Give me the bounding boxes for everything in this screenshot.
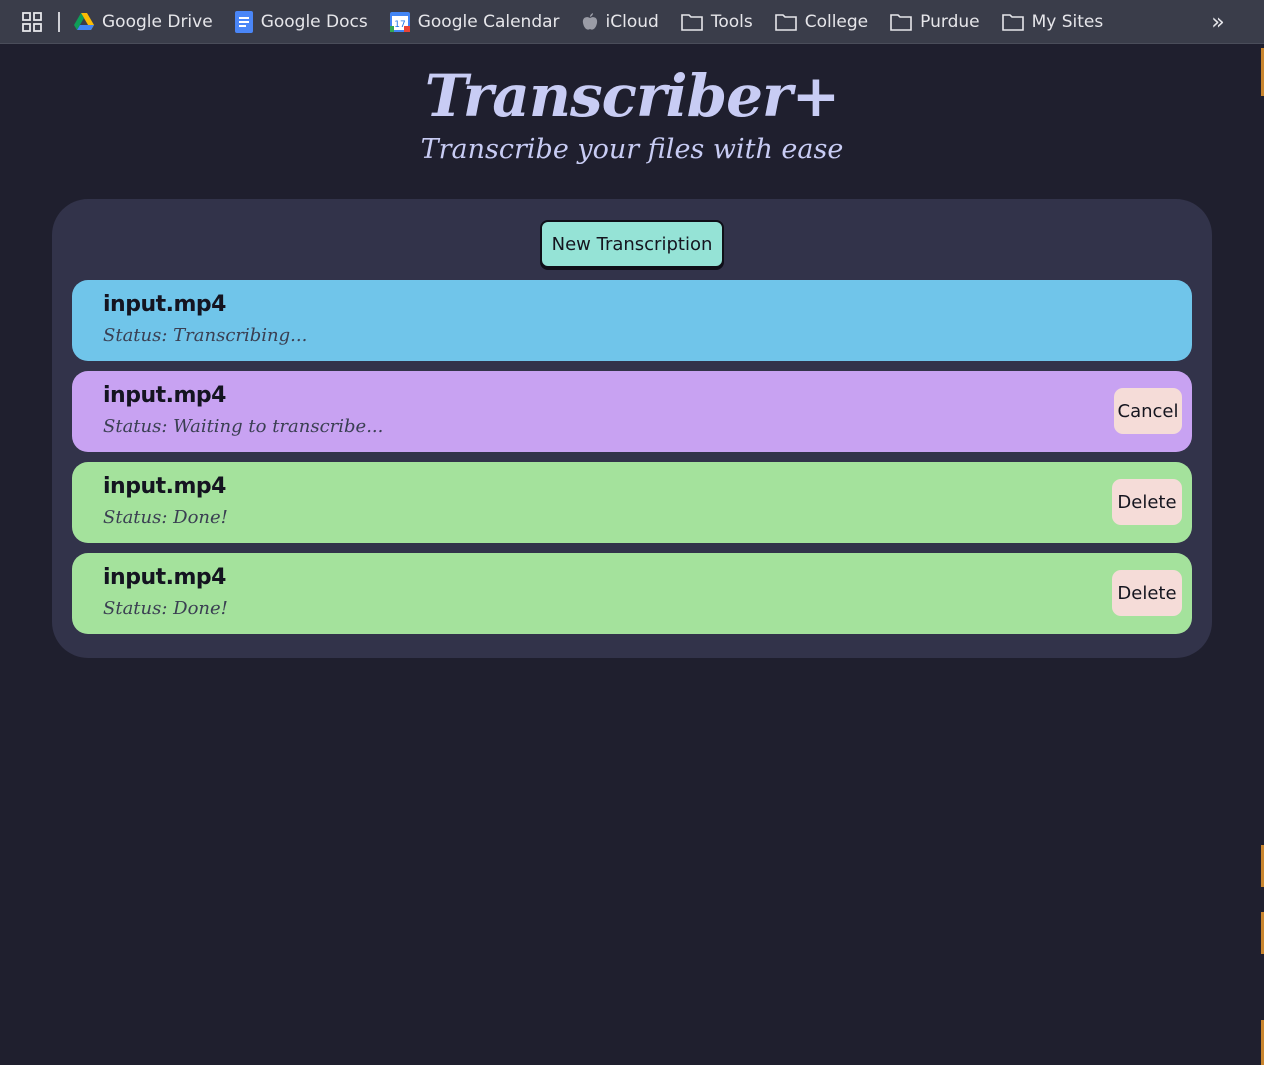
delete-button[interactable]: Delete (1112, 570, 1182, 616)
bookmark-google-drive[interactable]: Google Drive (74, 12, 213, 32)
transcription-item: input.mp4 Status: Waiting to transcribe.… (72, 371, 1192, 452)
bookmark-tools[interactable]: Tools (681, 12, 753, 32)
bookmarks-bar: Google Drive Google Docs 17 Google Calen… (0, 0, 1264, 44)
bookmarks-divider (58, 11, 60, 32)
bookmark-college[interactable]: College (774, 11, 869, 32)
cancel-button[interactable]: Cancel (1114, 388, 1182, 434)
bookmark-purdue[interactable]: Purdue (890, 11, 980, 32)
bookmark-label: Purdue (920, 11, 980, 32)
new-transcription-button[interactable]: New Transcription (540, 220, 724, 268)
file-name: input.mp4 (103, 565, 226, 590)
bookmark-label: Tools (710, 11, 753, 32)
apple-icon (582, 12, 597, 30)
bookmark-google-calendar[interactable]: 17 Google Calendar (389, 11, 560, 32)
job-status: Status: Done! (103, 598, 228, 619)
folder-icon (774, 13, 797, 31)
apps-grid-icon[interactable] (14, 4, 50, 40)
job-status: Status: Transcribing... (103, 325, 308, 346)
bookmark-icloud[interactable]: iCloud (582, 12, 659, 32)
bookmark-label: Google Docs (260, 11, 368, 32)
bookmark-label: iCloud (605, 11, 659, 32)
bookmark-label: Google Drive (102, 11, 213, 32)
folder-icon (681, 13, 703, 31)
delete-button[interactable]: Delete (1112, 479, 1182, 525)
app-subtitle: Transcribe your files with ease (420, 134, 844, 165)
calendar-day: 17 (394, 20, 405, 30)
bookmark-label: College (804, 11, 869, 32)
bookmark-google-docs[interactable]: Google Docs (234, 10, 368, 33)
bookmark-my-sites[interactable]: My Sites (1001, 11, 1104, 32)
transcription-item: input.mp4 Status: Transcribing... (72, 280, 1192, 361)
google-drive-icon (74, 12, 94, 30)
google-calendar-icon: 17 (389, 11, 410, 32)
file-name: input.mp4 (103, 474, 226, 499)
job-status: Status: Waiting to transcribe... (103, 416, 384, 437)
file-name: input.mp4 (103, 292, 226, 317)
job-status: Status: Done! (103, 507, 228, 528)
app-title: Transcriber+ (424, 62, 840, 130)
bookmark-label: My Sites (1031, 11, 1104, 32)
transcription-item: input.mp4 Status: Done! Delete (72, 462, 1192, 543)
bookmark-label: Google Calendar (417, 11, 560, 32)
bookmarks-overflow-icon[interactable]: » (1202, 6, 1234, 38)
transcriptions-panel: New Transcription input.mp4 Status: Tran… (52, 199, 1212, 658)
folder-icon (1001, 13, 1024, 31)
transcription-item: input.mp4 Status: Done! Delete (72, 553, 1192, 634)
file-name: input.mp4 (103, 383, 226, 408)
folder-icon (890, 13, 912, 31)
google-docs-icon (234, 10, 253, 33)
